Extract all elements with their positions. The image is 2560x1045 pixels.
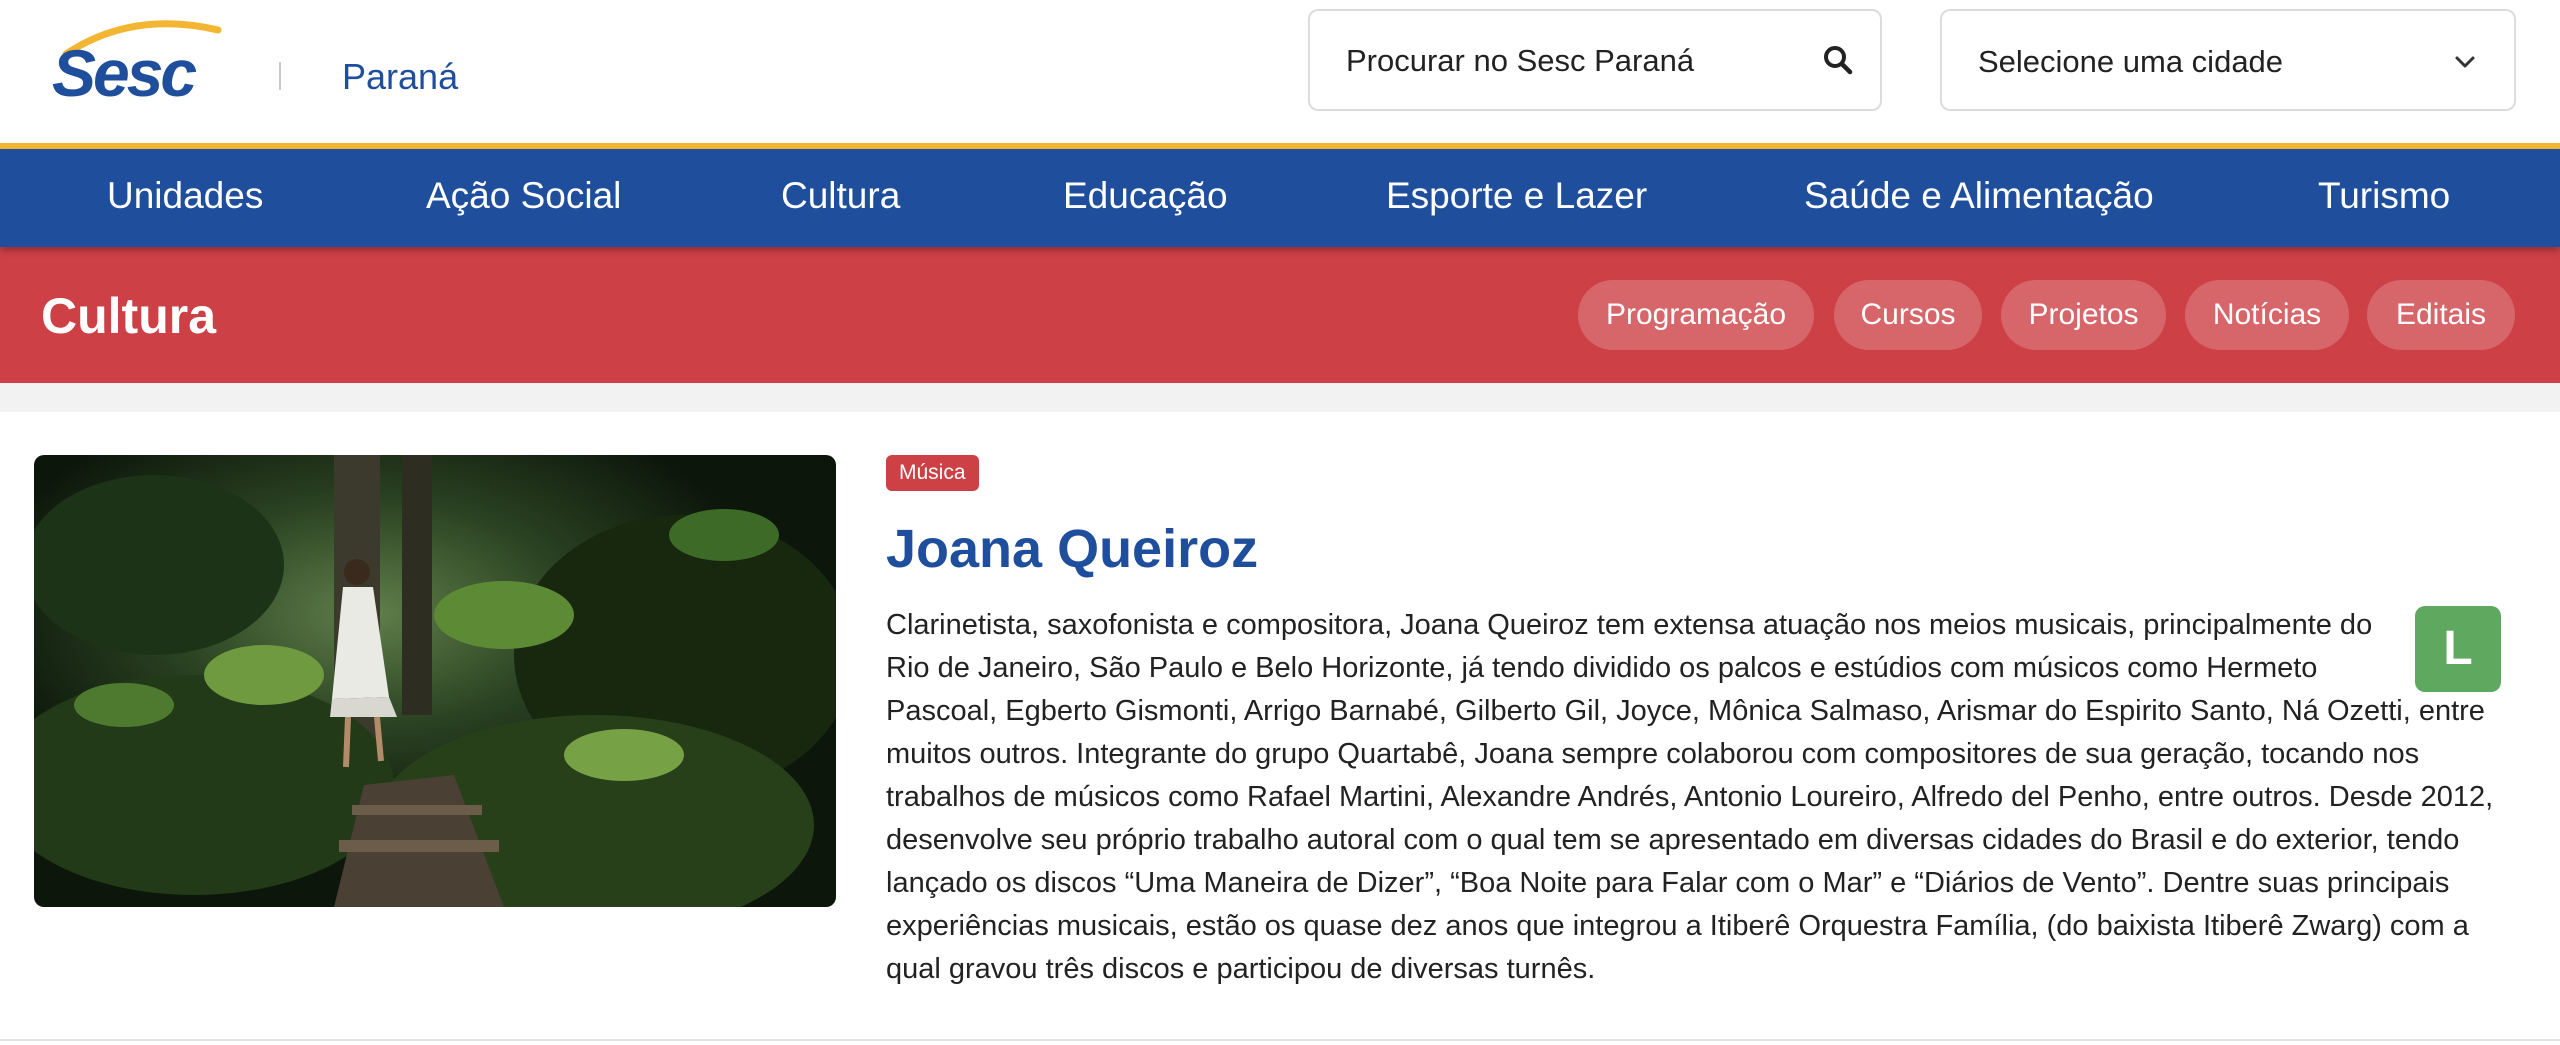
section-link-programacao[interactable]: Programação (1578, 280, 1814, 350)
main-nav: Unidades Ação Social Cultura Educação Es… (0, 149, 2560, 247)
nav-item-saude-e-alimentacao[interactable]: Saúde e Alimentação (1804, 175, 2154, 217)
nav-item-esporte-e-lazer[interactable]: Esporte e Lazer (1386, 175, 1647, 217)
bottom-divider (0, 1039, 2560, 1041)
event-description: Clarinetista, saxofonista e compositora,… (886, 604, 2530, 991)
logo-text: Sesc (52, 36, 196, 104)
nav-item-acao-social[interactable]: Ação Social (426, 175, 621, 217)
category-tag[interactable]: Música (886, 455, 979, 491)
event-photo (34, 455, 836, 907)
section-link-noticias[interactable]: Notícias (2185, 280, 2349, 350)
search-icon[interactable] (1822, 44, 1854, 76)
section-bar: Cultura Programação Cursos Projetos Notí… (0, 247, 2560, 383)
event-description-text: Clarinetista, saxofonista e compositora,… (886, 609, 2494, 985)
search-input[interactable] (1344, 11, 1808, 111)
search-box[interactable] (1308, 9, 1882, 111)
nav-item-unidades[interactable]: Unidades (107, 175, 263, 217)
city-select[interactable]: Selecione uma cidade (1940, 9, 2516, 111)
city-select-label: Selecione uma cidade (1978, 44, 2284, 79)
section-link-editais[interactable]: Editais (2367, 280, 2515, 350)
region-label[interactable]: Paraná (342, 56, 458, 98)
section-link-cursos[interactable]: Cursos (1834, 280, 1982, 350)
logo-divider (279, 62, 281, 90)
sesc-logo[interactable]: Sesc (52, 14, 228, 110)
nav-item-cultura[interactable]: Cultura (781, 175, 900, 217)
section-link-projetos[interactable]: Projetos (2001, 280, 2166, 350)
site-header: Sesc Paraná Selecione uma cidade (0, 0, 2560, 143)
chevron-down-icon (2455, 56, 2475, 68)
event-title: Joana Queiroz (886, 519, 1259, 579)
nav-item-educacao[interactable]: Educação (1063, 175, 1228, 217)
nav-item-turismo[interactable]: Turismo (2318, 175, 2450, 217)
section-title: Cultura (41, 288, 216, 344)
section-divider-band (0, 383, 2560, 412)
